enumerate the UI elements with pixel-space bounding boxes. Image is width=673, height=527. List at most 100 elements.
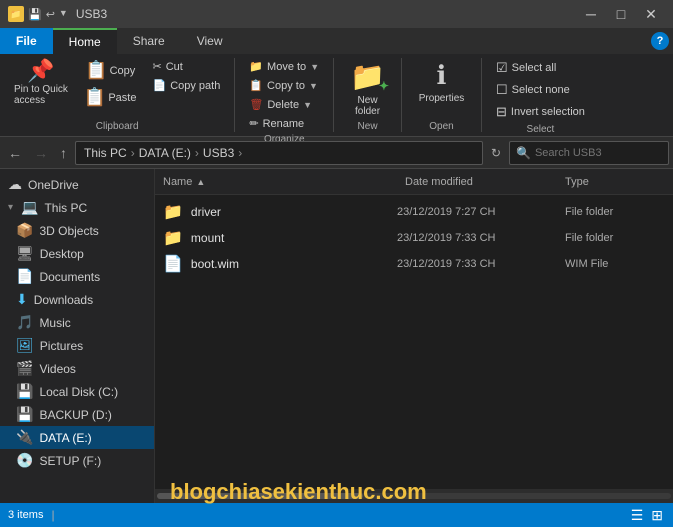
cut-icon: ✂ — [152, 60, 161, 73]
path-usb3[interactable]: USB3 — [203, 146, 234, 160]
pin-icon: 📌 — [27, 60, 54, 82]
hscroll-thumb[interactable] — [157, 493, 363, 499]
horizontal-scrollbar[interactable] — [155, 489, 673, 503]
ribbon: File Home Share View ? 📌 Pin to Quickacc… — [0, 28, 673, 137]
minimize-button[interactable]: ─ — [577, 4, 605, 24]
pin-quick-access-button[interactable]: 📌 Pin to Quickaccess — [8, 58, 74, 108]
new-folder-button[interactable]: 📁 ✦ Newfolder — [342, 58, 393, 119]
window-controls: ─ □ ✕ — [577, 4, 665, 24]
sidebar-item-setup-f[interactable]: 💿 SETUP (F:) — [0, 449, 154, 472]
up-button[interactable]: ↑ — [56, 143, 71, 163]
sidebar-item-desktop[interactable]: 🖥 Desktop — [0, 242, 154, 265]
sidebar-label-local-disk-c: Local Disk (C:) — [39, 385, 118, 399]
quick-undo-icon[interactable]: ↩ — [46, 8, 55, 21]
copy-button[interactable]: 📋 Copy — [78, 58, 143, 83]
move-arrow: ▼ — [310, 62, 319, 72]
sidebar-label-data-e: DATA (E:) — [39, 431, 91, 445]
forward-button[interactable]: → — [30, 143, 52, 163]
invert-selection-button[interactable]: ⊟ Invert selection — [490, 102, 591, 122]
quick-dropdown-icon[interactable]: ▼ — [59, 8, 68, 21]
path-sep-1: › — [131, 146, 135, 160]
copy-path-button[interactable]: 📄 Copy path — [146, 77, 226, 94]
large-icons-button[interactable]: ⊞ — [649, 505, 665, 526]
select-none-button[interactable]: ☐ Select none — [490, 80, 576, 100]
col-type-header[interactable]: Type — [565, 176, 665, 188]
path-this-pc[interactable]: This PC — [84, 146, 127, 160]
close-button[interactable]: ✕ — [637, 4, 665, 24]
move-label: Move to — [267, 61, 306, 73]
cut-button[interactable]: ✂ Cut — [146, 58, 226, 75]
properties-button[interactable]: ℹ Properties — [411, 58, 473, 106]
copy-to-label: Copy to — [267, 80, 305, 92]
file-row-mount[interactable]: 📁 mount 23/12/2019 7:33 CH File folder — [155, 225, 673, 251]
sidebar-item-this-pc[interactable]: ▾ 💻 This PC — [0, 196, 154, 219]
new-folder-label: Newfolder — [355, 95, 380, 117]
path-sep-2: › — [195, 146, 199, 160]
sidebar-item-data-e[interactable]: 🔌 DATA (E:) — [0, 426, 154, 449]
rename-button[interactable]: ✏ Rename — [243, 115, 310, 132]
file-pane: Name ▲ Date modified Type 📁 driver 23/12… — [155, 169, 673, 503]
select-label: Select — [527, 124, 555, 135]
cut-label: Cut — [166, 61, 183, 73]
sidebar-item-pictures[interactable]: 🖼 Pictures — [0, 334, 154, 357]
search-bar[interactable]: 🔍 — [509, 141, 669, 165]
sidebar-item-local-disk-c[interactable]: 💾 Local Disk (C:) — [0, 380, 154, 403]
driver-date: 23/12/2019 7:27 CH — [397, 206, 557, 218]
sidebar-item-onedrive[interactable]: ☁ OneDrive — [0, 173, 154, 196]
search-icon: 🔍 — [516, 146, 531, 160]
ribbon-tabs: File Home Share View ? — [0, 28, 673, 54]
sidebar-label-downloads: Downloads — [34, 293, 93, 307]
path-sep-3: › — [238, 146, 242, 160]
help-icon[interactable]: ? — [651, 32, 669, 50]
boot-wim-date: 23/12/2019 7:33 CH — [397, 258, 557, 270]
sidebar-item-backup-d[interactable]: 💾 BACKUP (D:) — [0, 403, 154, 426]
select-all-icon: ☑ — [496, 60, 508, 76]
ribbon-body: 📌 Pin to Quickaccess 📋 Copy 📋 Paste — [0, 54, 673, 136]
main-content: ☁ OneDrive ▾ 💻 This PC 📦 3D Objects 🖥 De… — [0, 169, 673, 503]
sidebar-label-this-pc: This PC — [44, 201, 87, 215]
maximize-button[interactable]: □ — [607, 4, 635, 24]
file-row-boot-wim[interactable]: 📄 boot.wim 23/12/2019 7:33 CH WIM File — [155, 251, 673, 277]
pictures-icon: 🖼 — [16, 337, 34, 354]
mount-date: 23/12/2019 7:33 CH — [397, 232, 557, 244]
file-row-driver[interactable]: 📁 driver 23/12/2019 7:27 CH File folder — [155, 199, 673, 225]
data-e-icon: 🔌 — [16, 429, 33, 446]
col-date-header[interactable]: Date modified — [405, 176, 565, 188]
file-header: Name ▲ Date modified Type — [155, 169, 673, 195]
tab-file[interactable]: File — [0, 28, 53, 54]
tab-share[interactable]: Share — [117, 28, 181, 54]
driver-folder-icon: 📁 — [163, 202, 183, 222]
this-pc-icon: 💻 — [21, 199, 38, 216]
refresh-button[interactable]: ↻ — [487, 144, 505, 162]
window-icon: 📁 — [8, 6, 24, 22]
invert-icon: ⊟ — [496, 104, 507, 120]
back-button[interactable]: ← — [4, 143, 26, 163]
tab-view[interactable]: View — [181, 28, 239, 54]
delete-button[interactable]: 🗑 Delete ▼ — [243, 96, 318, 113]
select-all-button[interactable]: ☑ Select all — [490, 58, 562, 78]
address-path[interactable]: This PC › DATA (E:) › USB3 › — [75, 141, 483, 165]
mount-type: File folder — [565, 232, 665, 244]
quick-save-icon[interactable]: 💾 — [28, 8, 42, 21]
sidebar-label-onedrive: OneDrive — [28, 178, 79, 192]
sidebar-label-setup-f: SETUP (F:) — [39, 454, 101, 468]
sidebar-item-documents[interactable]: 📄 Documents — [0, 265, 154, 288]
copy-to-button[interactable]: 📋 Copy to ▼ — [243, 77, 324, 94]
select-none-icon: ☐ — [496, 82, 508, 98]
sidebar-item-videos[interactable]: 🎬 Videos — [0, 357, 154, 380]
file-list: 📁 driver 23/12/2019 7:27 CH File folder … — [155, 195, 673, 489]
move-to-button[interactable]: 📁 Move to ▼ — [243, 58, 325, 75]
sidebar-item-3d-objects[interactable]: 📦 3D Objects — [0, 219, 154, 242]
details-view-button[interactable]: ☰ — [629, 505, 646, 526]
search-input[interactable] — [535, 147, 662, 159]
sidebar-item-music[interactable]: 🎵 Music — [0, 311, 154, 334]
paste-button[interactable]: 📋 Paste — [78, 85, 143, 110]
new-label: New — [358, 121, 378, 132]
sidebar-item-downloads[interactable]: ⬇ Downloads — [0, 288, 154, 311]
col-name-header[interactable]: Name ▲ — [163, 176, 405, 188]
documents-icon: 📄 — [16, 268, 33, 285]
ribbon-group-select: ☑ Select all ☐ Select none ⊟ Invert sele… — [482, 58, 599, 132]
tab-home[interactable]: Home — [53, 28, 117, 54]
path-data-e[interactable]: DATA (E:) — [139, 146, 191, 160]
sidebar-label-music: Music — [39, 316, 70, 330]
